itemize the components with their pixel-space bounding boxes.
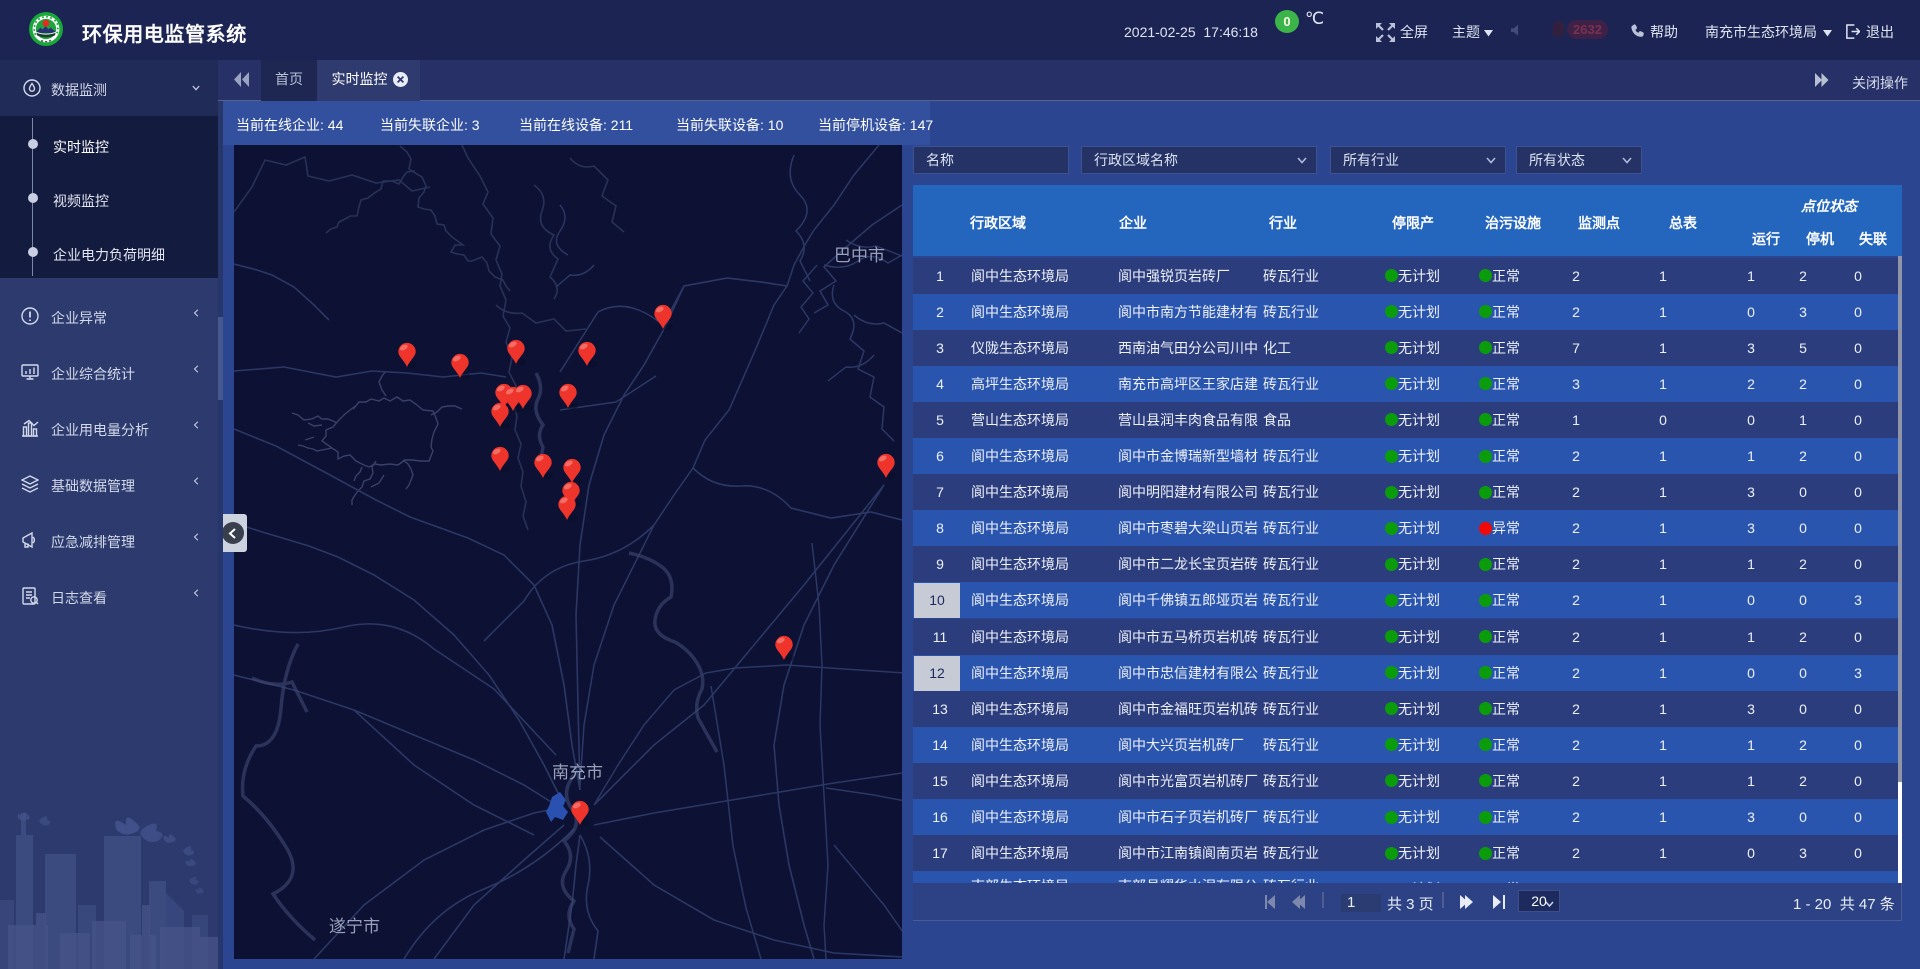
svg-text:遂宁市: 遂宁市 <box>329 917 380 936</box>
svg-text:南充市: 南充市 <box>552 763 603 782</box>
svg-text:巴中市: 巴中市 <box>834 246 885 265</box>
